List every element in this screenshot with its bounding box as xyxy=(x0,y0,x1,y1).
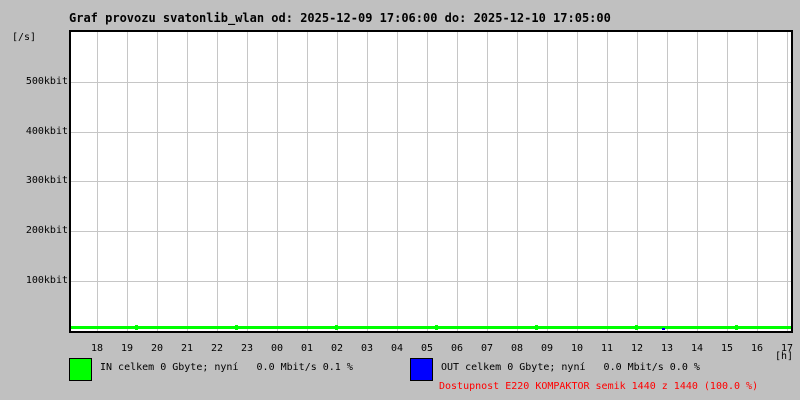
in-traffic-spike xyxy=(135,325,138,330)
y-tick-label: 300kbit xyxy=(25,175,68,186)
y-tick-label: 200kbit xyxy=(25,225,68,236)
x-tick-label: 12 xyxy=(630,343,644,354)
y-tick-label: 500kbit xyxy=(25,76,68,87)
in-legend-label: IN celkem 0 Gbyte; nyní 0.0 Mbit/s 0.1 % xyxy=(100,362,353,373)
y-tick-label: 400kbit xyxy=(25,126,68,137)
x-tick-label: 02 xyxy=(330,343,344,354)
y-axis-unit-label: [/s] xyxy=(12,32,37,43)
kbit-gridline xyxy=(71,281,791,282)
chart-plot-area xyxy=(69,30,793,333)
x-tick-label: 06 xyxy=(450,343,464,354)
mrtg-traffic-graph-page: { "title": "Graf provozu svatonlib_wlan … xyxy=(0,0,800,400)
x-tick-label: 01 xyxy=(300,343,314,354)
x-tick-label: 04 xyxy=(390,343,404,354)
out-legend-swatch xyxy=(410,358,433,381)
x-tick-label: 20 xyxy=(150,343,164,354)
x-tick-label: 00 xyxy=(270,343,284,354)
x-tick-label: 09 xyxy=(540,343,554,354)
x-tick-label: 11 xyxy=(600,343,614,354)
in-traffic-spike xyxy=(735,325,738,330)
in-traffic-spike xyxy=(535,325,538,330)
x-tick-label: 08 xyxy=(510,343,524,354)
out-legend-label: OUT celkem 0 Gbyte; nyní 0.0 Mbit/s 0.0 … xyxy=(441,362,700,373)
kbit-gridline xyxy=(71,132,791,133)
x-tick-label: 14 xyxy=(690,343,704,354)
kbit-gridline xyxy=(71,82,791,83)
kbit-gridline xyxy=(71,181,791,182)
x-tick-label: 16 xyxy=(750,343,764,354)
x-tick-label: 13 xyxy=(660,343,674,354)
x-tick-label: 21 xyxy=(180,343,194,354)
in-traffic-spike xyxy=(335,325,338,330)
x-axis-unit-label: [h] xyxy=(774,351,793,362)
out-traffic-dot xyxy=(662,328,665,330)
in-traffic-spike xyxy=(435,325,438,330)
x-tick-label: 19 xyxy=(120,343,134,354)
x-tick-label: 23 xyxy=(240,343,254,354)
x-tick-label: 03 xyxy=(360,343,374,354)
in-traffic-spike xyxy=(235,325,238,330)
x-tick-label: 22 xyxy=(210,343,224,354)
x-tick-label: 07 xyxy=(480,343,494,354)
graph-title: Graf provozu svatonlib_wlan od: 2025-12-… xyxy=(69,11,611,25)
in-traffic-line xyxy=(71,326,791,329)
x-tick-label: 15 xyxy=(720,343,734,354)
in-legend-swatch xyxy=(69,358,92,381)
y-tick-label: 100kbit xyxy=(25,275,68,286)
x-tick-label: 18 xyxy=(90,343,104,354)
availability-label: Dostupnost E220 KOMPAKTOR semik 1440 z 1… xyxy=(439,381,759,392)
kbit-gridline xyxy=(71,231,791,232)
in-traffic-spike xyxy=(635,325,638,330)
x-tick-label: 05 xyxy=(420,343,434,354)
x-tick-label: 10 xyxy=(570,343,584,354)
